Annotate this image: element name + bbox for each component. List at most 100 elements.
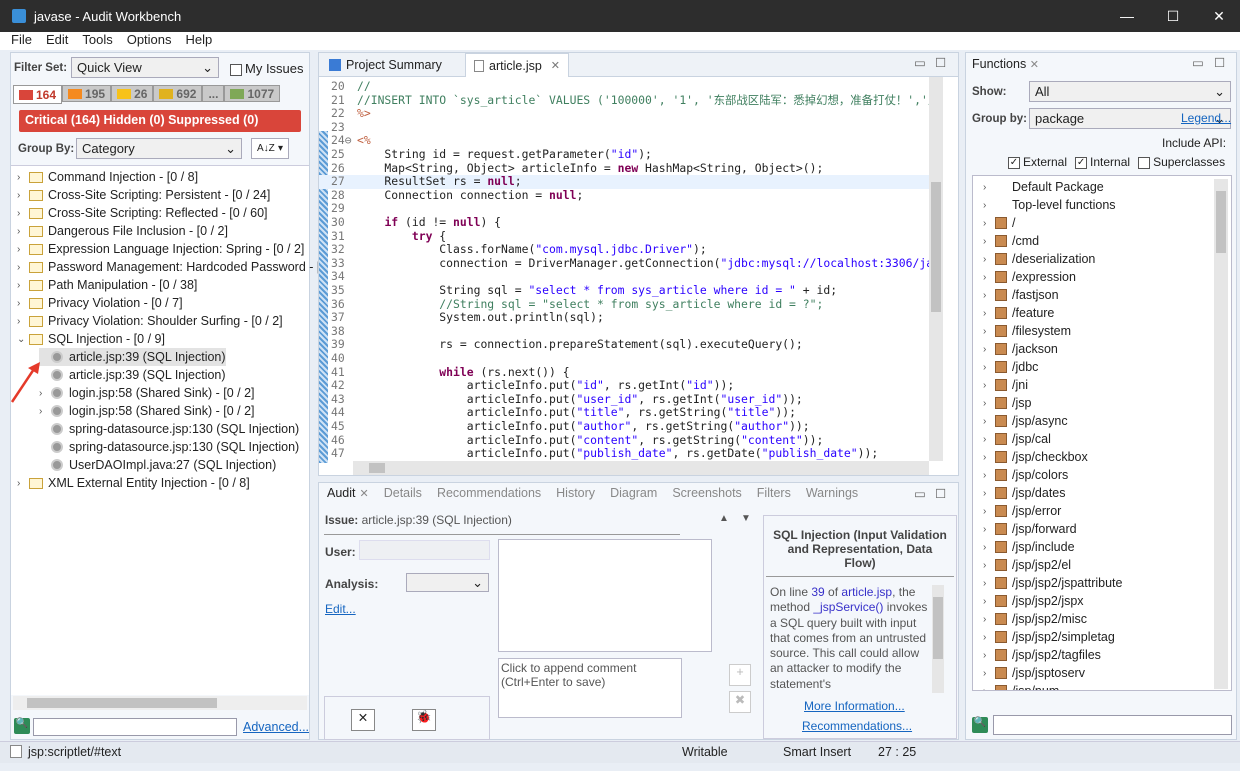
tree-category[interactable]: › Path Manipulation - [0 / 38] [17, 276, 197, 294]
expand-arrow-icon[interactable]: › [17, 478, 29, 489]
function-package[interactable]: ›/jdbc [983, 358, 1038, 376]
expand-arrow-icon[interactable]: › [983, 560, 995, 571]
function-package[interactable]: ›/jsp [983, 394, 1031, 412]
severity-tab[interactable]: 1077 [224, 85, 281, 102]
function-package[interactable]: ›/jsp/async [983, 412, 1068, 430]
function-package[interactable]: ›/fastjson [983, 286, 1059, 304]
summary-scrollbar[interactable] [932, 585, 944, 693]
expand-arrow-icon[interactable]: › [39, 406, 51, 417]
tab-article-jsp[interactable]: article.jsp ✕ [465, 53, 570, 77]
severity-tab[interactable]: 195 [62, 85, 112, 102]
my-issues-checkbox[interactable]: My Issues [230, 61, 304, 76]
minimize-view-icon[interactable]: ▭ [914, 55, 926, 70]
tree-issue[interactable]: spring-datasource.jsp:130 (SQL Injection… [39, 420, 299, 438]
expand-arrow-icon[interactable]: › [983, 290, 995, 301]
code-editor[interactable]: 20 // 21 //INSERT INTO `sys_article` VALUES… [319, 77, 929, 461]
maximize-button[interactable]: ☐ [1150, 0, 1196, 32]
tree-issue[interactable]: › login.jsp:58 (Shared Sink) - [0 / 2] [39, 402, 255, 420]
expand-arrow-icon[interactable]: › [983, 308, 995, 319]
tab-screenshots[interactable]: Screenshots [672, 486, 741, 502]
expand-arrow-icon[interactable]: ⌄ [17, 334, 29, 345]
group-by-select[interactable]: Category ⌄ [76, 138, 242, 159]
expand-arrow-icon[interactable]: › [17, 226, 29, 237]
severity-tab[interactable]: ... [202, 85, 225, 102]
maximize-view-icon[interactable]: ☐ [935, 486, 946, 501]
menu-help[interactable]: Help [186, 32, 213, 50]
function-package[interactable]: ›/jsp/jsp2/jspattribute [983, 574, 1122, 592]
function-package[interactable]: ›/jsp/checkbox [983, 448, 1088, 466]
function-package[interactable]: ›/jsp/num [983, 682, 1059, 691]
function-package[interactable]: ›/filesystem [983, 322, 1071, 340]
tab-project-summary[interactable]: Project Summary [321, 53, 450, 77]
expand-arrow-icon[interactable]: › [983, 362, 995, 373]
expand-arrow-icon[interactable]: › [983, 578, 995, 589]
menu-options[interactable]: Options [127, 32, 172, 50]
expand-arrow-icon[interactable]: › [983, 650, 995, 661]
function-package[interactable]: ›/cmd [983, 232, 1039, 250]
menu-file[interactable]: File [11, 32, 32, 50]
expand-arrow-icon[interactable]: › [17, 298, 29, 309]
function-package[interactable]: ›/jsp/jsp2/jspx [983, 592, 1084, 610]
more-information-link[interactable]: More Information... [804, 699, 905, 713]
expand-arrow-icon[interactable]: › [983, 200, 995, 211]
function-package[interactable]: ›/jsp/include [983, 538, 1075, 556]
tree-category[interactable]: › Privacy Violation - [0 / 7] [17, 294, 183, 312]
method-link[interactable]: _jspService() [813, 600, 883, 614]
close-tab-icon[interactable]: ✕ [551, 59, 560, 72]
function-package[interactable]: › / [983, 214, 1015, 232]
horizontal-scrollbar[interactable] [13, 696, 307, 710]
expand-arrow-icon[interactable]: › [17, 244, 29, 255]
recommendations-link[interactable]: Recommendations... [802, 719, 912, 733]
severity-tab[interactable]: 692 [153, 85, 203, 102]
minimize-view-icon[interactable]: ▭ [914, 486, 926, 501]
tree-category[interactable]: › Command Injection - [0 / 8] [17, 168, 198, 186]
issue-search-input[interactable] [33, 718, 237, 736]
function-package[interactable]: ›/jsp/cal [983, 430, 1051, 448]
menu-edit[interactable]: Edit [46, 32, 68, 50]
tab-audit[interactable]: Audit ✕ [327, 486, 369, 502]
bug-icon[interactable]: 🐞 [412, 709, 436, 731]
expand-arrow-icon[interactable]: › [17, 190, 29, 201]
tab-diagram[interactable]: Diagram [610, 486, 657, 502]
file-link[interactable]: article.jsp [841, 585, 892, 599]
close-tab-icon[interactable]: ✕ [360, 488, 369, 500]
tree-category[interactable]: › Password Management: Hardcoded Password… [17, 258, 348, 276]
next-issue-icon[interactable]: ▼ [741, 513, 751, 524]
expand-arrow-icon[interactable]: › [983, 596, 995, 607]
expand-arrow-icon[interactable]: › [983, 380, 995, 391]
function-package[interactable]: ›/jsp/jsp2/el [983, 556, 1071, 574]
expand-arrow-icon[interactable]: › [983, 452, 995, 463]
function-package[interactable]: ›/jsp/forward [983, 520, 1077, 538]
prev-issue-icon[interactable]: ▲ [719, 513, 729, 524]
tree-issue[interactable]: article.jsp:39 (SQL Injection) [39, 366, 226, 384]
expand-arrow-icon[interactable]: › [983, 326, 995, 337]
expand-arrow-icon[interactable]: › [983, 470, 995, 481]
function-package[interactable]: ›/jni [983, 376, 1028, 394]
expand-arrow-icon[interactable]: › [983, 506, 995, 517]
tree-category[interactable]: › Cross-Site Scripting: Reflected - [0 / … [17, 204, 268, 222]
expand-arrow-icon[interactable]: › [983, 398, 995, 409]
expand-arrow-icon[interactable]: › [983, 614, 995, 625]
tab-details[interactable]: Details [384, 486, 422, 502]
expand-arrow-icon[interactable]: › [983, 542, 995, 553]
function-package[interactable]: ›/deserialization [983, 250, 1095, 268]
function-package[interactable]: › Default Package [983, 178, 1104, 196]
function-package[interactable]: ›/jackson [983, 340, 1058, 358]
tab-filters[interactable]: Filters [757, 486, 791, 502]
close-button[interactable]: ✕ [1196, 0, 1240, 32]
user-field[interactable] [359, 540, 490, 560]
tree-category[interactable]: › Privacy Violation: Shoulder Surfing - [… [17, 312, 283, 330]
function-package[interactable]: ›/jsp/jsp2/simpletag [983, 628, 1115, 646]
minimize-view-icon[interactable]: ▭ [1192, 55, 1204, 70]
line-link[interactable]: 39 [811, 585, 824, 599]
expand-arrow-icon[interactable]: › [983, 632, 995, 643]
tab-history[interactable]: History [556, 486, 595, 502]
checkbox-internal[interactable]: ✓ Internal [1075, 155, 1130, 169]
expand-arrow-icon[interactable]: › [17, 172, 29, 183]
tree-category[interactable]: › Cross-Site Scripting: Persistent - [0 /… [17, 186, 270, 204]
expand-arrow-icon[interactable]: › [983, 416, 995, 427]
comment-input[interactable]: Click to append comment (Ctrl+Enter to s… [498, 658, 682, 718]
suppress-icon[interactable]: ✕ [351, 709, 375, 731]
function-package[interactable]: ›/jsp/colors [983, 466, 1068, 484]
expand-arrow-icon[interactable]: › [983, 686, 995, 691]
